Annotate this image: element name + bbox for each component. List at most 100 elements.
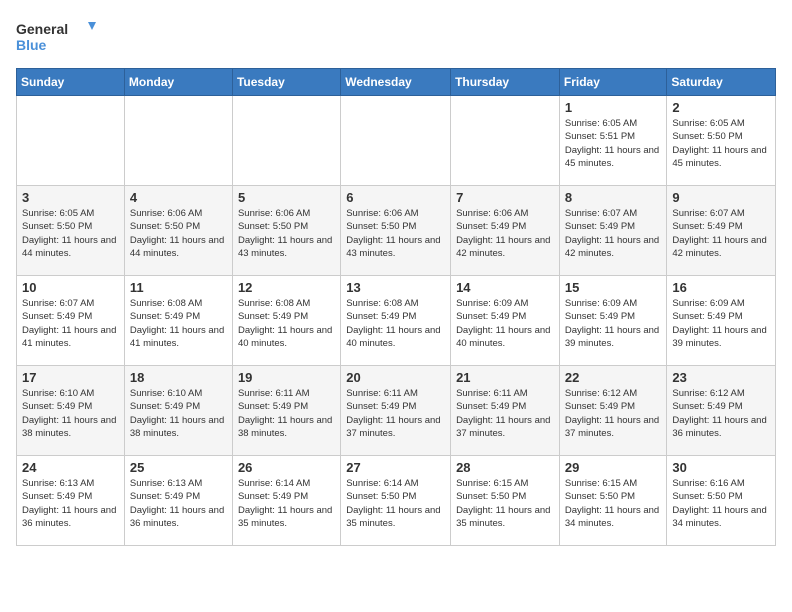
- day-number: 22: [565, 370, 662, 385]
- day-info: Sunrise: 6:12 AM Sunset: 5:49 PM Dayligh…: [672, 387, 770, 440]
- day-number: 19: [238, 370, 335, 385]
- calendar-cell: 21 Sunrise: 6:11 AM Sunset: 5:49 PM Dayli…: [451, 366, 560, 456]
- calendar-cell: 18 Sunrise: 6:10 AM Sunset: 5:49 PM Dayli…: [124, 366, 232, 456]
- day-number: 1: [565, 100, 662, 115]
- calendar-cell: 8 Sunrise: 6:07 AM Sunset: 5:49 PM Daylig…: [559, 186, 667, 276]
- day-number: 17: [22, 370, 119, 385]
- day-number: 20: [346, 370, 445, 385]
- day-number: 2: [672, 100, 770, 115]
- day-header-saturday: Saturday: [667, 69, 776, 96]
- calendar-cell: 27 Sunrise: 6:14 AM Sunset: 5:50 PM Dayli…: [341, 456, 451, 546]
- calendar-cell: 11 Sunrise: 6:08 AM Sunset: 5:49 PM Dayli…: [124, 276, 232, 366]
- day-number: 5: [238, 190, 335, 205]
- day-info: Sunrise: 6:15 AM Sunset: 5:50 PM Dayligh…: [456, 477, 554, 530]
- calendar-cell: 15 Sunrise: 6:09 AM Sunset: 5:49 PM Dayli…: [559, 276, 667, 366]
- logo: General Blue: [16, 16, 96, 56]
- day-number: 9: [672, 190, 770, 205]
- day-number: 11: [130, 280, 227, 295]
- day-info: Sunrise: 6:09 AM Sunset: 5:49 PM Dayligh…: [456, 297, 554, 350]
- day-header-friday: Friday: [559, 69, 667, 96]
- calendar-cell: 26 Sunrise: 6:14 AM Sunset: 5:49 PM Dayli…: [232, 456, 340, 546]
- day-number: 26: [238, 460, 335, 475]
- calendar-cell: 23 Sunrise: 6:12 AM Sunset: 5:49 PM Dayli…: [667, 366, 776, 456]
- calendar-cell: [341, 96, 451, 186]
- day-info: Sunrise: 6:05 AM Sunset: 5:50 PM Dayligh…: [672, 117, 770, 170]
- calendar-cell: 29 Sunrise: 6:15 AM Sunset: 5:50 PM Dayli…: [559, 456, 667, 546]
- calendar-cell: 30 Sunrise: 6:16 AM Sunset: 5:50 PM Dayli…: [667, 456, 776, 546]
- day-number: 15: [565, 280, 662, 295]
- day-info: Sunrise: 6:07 AM Sunset: 5:49 PM Dayligh…: [672, 207, 770, 260]
- logo-svg: General Blue: [16, 16, 96, 56]
- day-info: Sunrise: 6:06 AM Sunset: 5:50 PM Dayligh…: [130, 207, 227, 260]
- day-number: 7: [456, 190, 554, 205]
- day-info: Sunrise: 6:13 AM Sunset: 5:49 PM Dayligh…: [130, 477, 227, 530]
- day-number: 8: [565, 190, 662, 205]
- day-info: Sunrise: 6:16 AM Sunset: 5:50 PM Dayligh…: [672, 477, 770, 530]
- calendar-cell: 12 Sunrise: 6:08 AM Sunset: 5:49 PM Dayli…: [232, 276, 340, 366]
- day-number: 3: [22, 190, 119, 205]
- calendar-cell: [17, 96, 125, 186]
- day-info: Sunrise: 6:13 AM Sunset: 5:49 PM Dayligh…: [22, 477, 119, 530]
- calendar-cell: 25Sunrise: 6:13 AM Sunset: 5:49 PM Dayli…: [124, 456, 232, 546]
- day-info: Sunrise: 6:11 AM Sunset: 5:49 PM Dayligh…: [456, 387, 554, 440]
- day-info: Sunrise: 6:14 AM Sunset: 5:50 PM Dayligh…: [346, 477, 445, 530]
- calendar-cell: 16Sunrise: 6:09 AM Sunset: 5:49 PM Dayli…: [667, 276, 776, 366]
- calendar-cell: 9 Sunrise: 6:07 AM Sunset: 5:49 PM Daylig…: [667, 186, 776, 276]
- day-info: Sunrise: 6:10 AM Sunset: 5:49 PM Dayligh…: [130, 387, 227, 440]
- day-number: 12: [238, 280, 335, 295]
- day-info: Sunrise: 6:09 AM Sunset: 5:49 PM Dayligh…: [672, 297, 770, 350]
- calendar-cell: 28Sunrise: 6:15 AM Sunset: 5:50 PM Dayli…: [451, 456, 560, 546]
- calendar-cell: [124, 96, 232, 186]
- day-info: Sunrise: 6:15 AM Sunset: 5:50 PM Dayligh…: [565, 477, 662, 530]
- day-number: 30: [672, 460, 770, 475]
- day-number: 23: [672, 370, 770, 385]
- calendar-cell: 4 Sunrise: 6:06 AM Sunset: 5:50 PM Daylig…: [124, 186, 232, 276]
- calendar-cell: [232, 96, 340, 186]
- day-header-tuesday: Tuesday: [232, 69, 340, 96]
- day-header-sunday: Sunday: [17, 69, 125, 96]
- calendar-cell: 13 Sunrise: 6:08 AM Sunset: 5:49 PM Dayli…: [341, 276, 451, 366]
- calendar-cell: 24 Sunrise: 6:13 AM Sunset: 5:49 PM Dayli…: [17, 456, 125, 546]
- calendar-cell: 7 Sunrise: 6:06 AM Sunset: 5:49 PM Daylig…: [451, 186, 560, 276]
- calendar-cell: 1 Sunrise: 6:05 AM Sunset: 5:51 PM Daylig…: [559, 96, 667, 186]
- day-info: Sunrise: 6:12 AM Sunset: 5:49 PM Dayligh…: [565, 387, 662, 440]
- day-info: Sunrise: 6:09 AM Sunset: 5:49 PM Dayligh…: [565, 297, 662, 350]
- day-number: 4: [130, 190, 227, 205]
- day-info: Sunrise: 6:08 AM Sunset: 5:49 PM Dayligh…: [238, 297, 335, 350]
- day-info: Sunrise: 6:06 AM Sunset: 5:50 PM Dayligh…: [238, 207, 335, 260]
- day-info: Sunrise: 6:06 AM Sunset: 5:49 PM Dayligh…: [456, 207, 554, 260]
- day-number: 13: [346, 280, 445, 295]
- calendar-cell: 19 Sunrise: 6:11 AM Sunset: 5:49 PM Dayli…: [232, 366, 340, 456]
- calendar-cell: 20 Sunrise: 6:11 AM Sunset: 5:49 PM Dayli…: [341, 366, 451, 456]
- day-number: 24: [22, 460, 119, 475]
- day-info: Sunrise: 6:14 AM Sunset: 5:49 PM Dayligh…: [238, 477, 335, 530]
- calendar-table: SundayMondayTuesdayWednesdayThursdayFrid…: [16, 68, 776, 546]
- calendar-cell: 22 Sunrise: 6:12 AM Sunset: 5:49 PM Dayli…: [559, 366, 667, 456]
- calendar-cell: 17 Sunrise: 6:10 AM Sunset: 5:49 PM Dayli…: [17, 366, 125, 456]
- day-number: 21: [456, 370, 554, 385]
- svg-text:General: General: [16, 21, 68, 37]
- day-number: 18: [130, 370, 227, 385]
- calendar-cell: 2 Sunrise: 6:05 AM Sunset: 5:50 PM Daylig…: [667, 96, 776, 186]
- day-info: Sunrise: 6:07 AM Sunset: 5:49 PM Dayligh…: [565, 207, 662, 260]
- day-header-monday: Monday: [124, 69, 232, 96]
- day-info: Sunrise: 6:11 AM Sunset: 5:49 PM Dayligh…: [238, 387, 335, 440]
- day-info: Sunrise: 6:08 AM Sunset: 5:49 PM Dayligh…: [130, 297, 227, 350]
- day-info: Sunrise: 6:05 AM Sunset: 5:51 PM Dayligh…: [565, 117, 662, 170]
- calendar-cell: 10 Sunrise: 6:07 AM Sunset: 5:49 PM Dayli…: [17, 276, 125, 366]
- svg-text:Blue: Blue: [16, 37, 47, 53]
- day-number: 29: [565, 460, 662, 475]
- day-header-wednesday: Wednesday: [341, 69, 451, 96]
- day-header-thursday: Thursday: [451, 69, 560, 96]
- day-number: 10: [22, 280, 119, 295]
- calendar-cell: 14 Sunrise: 6:09 AM Sunset: 5:49 PM Dayli…: [451, 276, 560, 366]
- calendar-cell: [451, 96, 560, 186]
- day-info: Sunrise: 6:10 AM Sunset: 5:49 PM Dayligh…: [22, 387, 119, 440]
- day-info: Sunrise: 6:11 AM Sunset: 5:49 PM Dayligh…: [346, 387, 445, 440]
- page-header: General Blue: [16, 16, 776, 56]
- day-number: 6: [346, 190, 445, 205]
- day-number: 27: [346, 460, 445, 475]
- day-info: Sunrise: 6:07 AM Sunset: 5:49 PM Dayligh…: [22, 297, 119, 350]
- day-info: Sunrise: 6:08 AM Sunset: 5:49 PM Dayligh…: [346, 297, 445, 350]
- day-number: 14: [456, 280, 554, 295]
